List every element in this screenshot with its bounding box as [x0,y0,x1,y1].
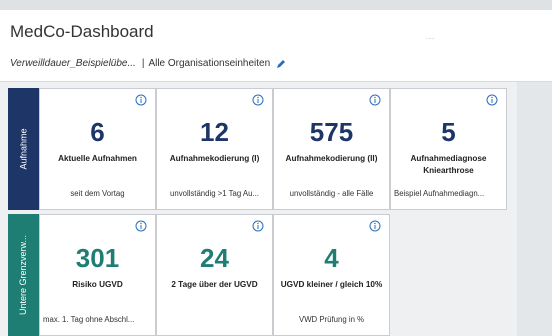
kpi-subtext: unvollständig - alle Fälle [289,189,374,198]
kpi-subtext: Beispiel Aufnahmediagn... [394,189,485,198]
info-icon[interactable] [369,220,381,232]
kpi-subtext: unvollständig >1 Tag Au... [170,189,259,198]
kpi-value: 12 [200,117,229,147]
kpi-label: Aufnahmekodierung (I) [169,154,260,163]
kpi-value: 575 [309,117,354,147]
kpi-tile-aktuelle-aufnahmen[interactable]: 6 Aktuelle Aufnahmen seit dem Vortag [39,88,156,210]
info-icon[interactable] [252,220,264,232]
kpi-subtext: max. 1. Tag ohne Abschl... [43,315,135,324]
kpi-tile-aufnahmekodierung-1[interactable]: 12 Aufnahmekodierung (I) unvollständig >… [156,88,273,210]
report-context: Verweilldauer_Beispielübe... | Alle Orga… [10,58,286,69]
page-title: MedCo-Dashboard [10,22,154,41]
kpi-label: Aufnahmekodierung (II) [285,154,378,163]
kpi-label: Risiko UGVD [72,280,123,289]
top-bar [0,0,552,10]
kpi-tile-aufnahmekodierung-2[interactable]: 575 Aufnahmekodierung (II) unvollständig… [273,88,390,210]
info-icon[interactable] [252,94,264,106]
group-label-untere-grenzverweildauer: Untere Grenzverw... [8,214,39,336]
report-name[interactable]: Verweilldauer_Beispielübe... [10,58,136,69]
header-mark: ...... [426,35,435,41]
kpi-value: 5 [441,117,456,147]
kpi-label: Aktuelle Aufnahmen [58,154,137,163]
info-icon[interactable] [135,94,147,106]
kpi-value: 24 [200,243,229,273]
right-side-panel [517,82,552,336]
kpi-tile-aufnahmediagnose-kniearthrose[interactable]: 5 Aufnahmediagnose Kniearthrose Beispiel… [390,88,507,210]
info-icon[interactable] [369,94,381,106]
group-label-aufnahme: Aufnahme [8,88,39,210]
dashboard-header: MedCo-Dashboard ...... Verweilldauer_Bei… [0,10,552,82]
kpi-subtext: VWD Prüfung in % [299,315,364,324]
kpi-tile-ugvd-kleiner-gleich-10[interactable]: 4 UGVD kleiner / gleich 10% VWD Prüfung … [273,214,390,336]
info-icon[interactable] [135,220,147,232]
separator: | [141,58,145,69]
kpi-value: 6 [90,117,105,147]
kpi-tile-risiko-ugvd[interactable]: 301 Risiko UGVD max. 1. Tag ohne Abschl.… [39,214,156,336]
kpi-label: UGVD kleiner / gleich 10% [280,280,383,289]
kpi-tile-2-tage-ueber-ugvd[interactable]: 24 2 Tage über der UGVD [156,214,273,336]
info-icon[interactable] [486,94,498,106]
org-scope[interactable]: Alle Organisationseinheiten [148,58,270,69]
pencil-icon[interactable] [276,59,286,69]
kpi-label: 2 Tage über der UGVD [171,280,258,289]
kpi-value: 301 [75,243,120,273]
kpi-label: Aufnahmediagnose Kniearthrose [410,154,487,175]
kpi-value: 4 [324,243,339,273]
kpi-subtext: seit dem Vortag [70,189,125,198]
